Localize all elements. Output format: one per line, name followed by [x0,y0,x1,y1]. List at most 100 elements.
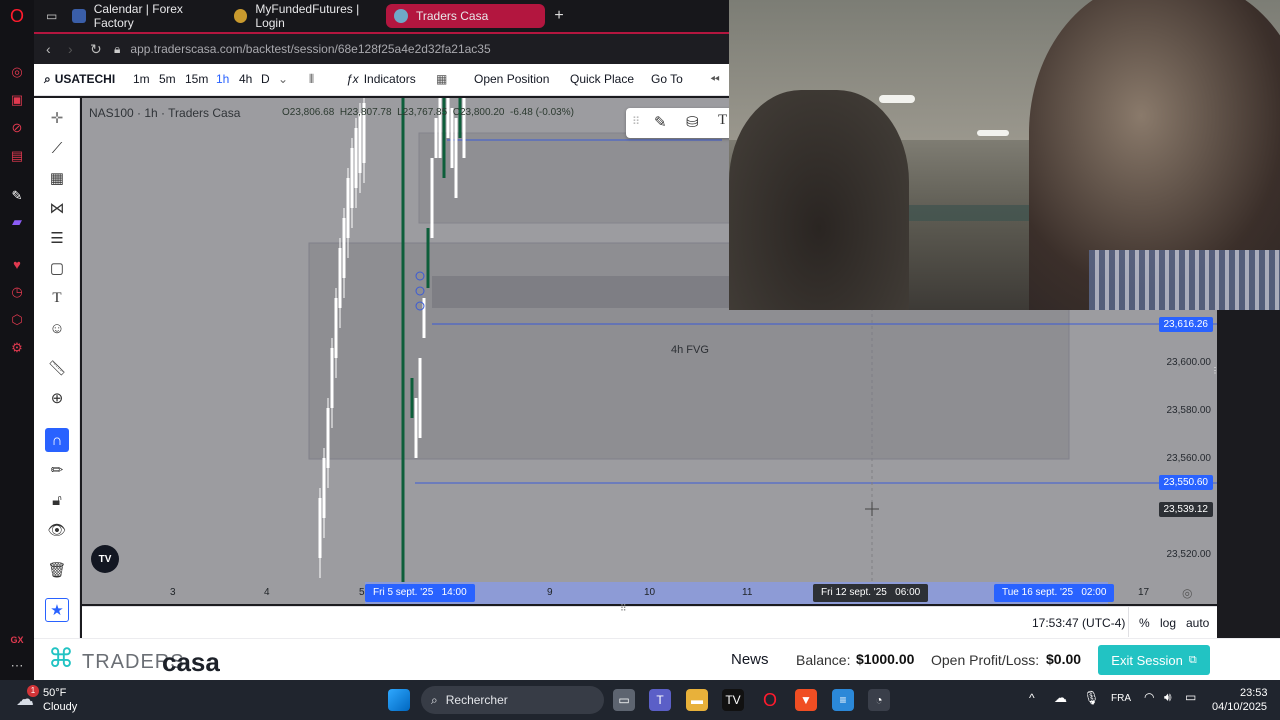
crosshair-price-badge: 23,539.12 [1158,502,1213,517]
extensions-icon[interactable]: ⬡ [7,310,27,330]
auto-toggle[interactable]: auto [1186,616,1209,630]
news-link[interactable]: News [731,651,769,668]
candle-body [342,218,346,278]
forecast-icon[interactable]: ☰ [45,226,69,250]
pl-label: Open Profit/Loss: [931,652,1040,668]
fill-bucket-icon[interactable]: ⛁ [686,113,699,131]
new-tab-plus-icon[interactable]: + [549,6,569,26]
time-badge-start: Fri 5 sept. '25 14:00 [365,584,475,602]
lock-drawings-icon[interactable]: 🔓︎ [45,488,69,512]
axis-settings-icon[interactable]: ◎ [1182,586,1192,600]
timeframe-d[interactable]: D [261,72,270,86]
notepad-icon[interactable]: ≡ [832,689,854,711]
timeframe-dropdown-chevron-icon[interactable]: ⌄ [278,72,288,86]
chart-type-icon[interactable]: ⫴ [309,72,314,87]
candle-body [354,128,358,188]
clock-date[interactable]: 04/10/2025 [1212,701,1267,713]
tradingview-logo-icon[interactable]: TV [91,545,119,573]
divider [1128,607,1129,637]
crosshair-icon[interactable]: ✛ [45,106,69,130]
open-position-button[interactable]: Open Position [474,72,549,86]
battery-icon[interactable]: ▭ [1185,690,1196,704]
timeframe-1h[interactable]: 1h [216,72,229,86]
zoom-in-icon[interactable]: ⊕ [45,386,69,410]
volume-icon[interactable]: 🔊︎ [1164,690,1172,705]
back-arrow-icon[interactable]: ‹ [46,41,51,57]
rewind-icon[interactable]: ⏪︎ [710,72,720,87]
percent-toggle[interactable]: % [1139,616,1150,630]
opera-taskbar-icon[interactable]: O [759,689,781,711]
geometric-shape-icon[interactable]: ▢ [45,256,69,280]
more-icon[interactable]: ⋯ [7,656,27,676]
timeframe-15m[interactable]: 15m [185,72,208,86]
clock-time[interactable]: 23:53 [1240,687,1268,699]
layouts-grid-icon[interactable]: ▦ [436,72,447,86]
log-toggle[interactable]: log [1160,616,1176,630]
text-color-icon[interactable]: T [718,112,727,129]
pinboard-icon[interactable]: ✎ [7,186,27,206]
app-icon[interactable]: ◔ [868,689,890,711]
url-field[interactable]: 🔒︎ app.traderscasa.com/backtest/session/… [114,37,722,61]
exit-session-button[interactable]: Exit Session ⧉ [1098,645,1210,675]
x-tick: 5 [359,587,365,598]
opera-logo-icon[interactable]: O [7,6,27,26]
messenger-icon[interactable]: ▤ [7,146,27,166]
crypto-wallet-icon[interactable]: ▣ [7,90,27,110]
windows-start-icon[interactable] [388,689,410,711]
text-tool-icon[interactable]: T [45,286,69,310]
ruler-icon[interactable]: 📏︎ [45,356,69,380]
indicators-button[interactable]: ƒx Indicators [346,72,416,86]
screen: O ◎ ▣ ⊘ ▤ ✎ ▰ ♥ ◷ ⬡ ⚙ GX ⋯ ▭ Calendar | … [0,0,1280,720]
brave-icon[interactable]: ▼ [795,689,817,711]
history-icon[interactable]: ◷ [7,282,27,302]
tab-traders-casa[interactable]: Traders Casa [386,4,545,28]
timeframe-4h[interactable]: 4h [239,72,252,86]
timeframe-5m[interactable]: 5m [159,72,176,86]
timeframe-1m[interactable]: 1m [133,72,150,86]
forward-arrow-icon[interactable]: › [68,41,73,57]
tab-overview-icon[interactable]: ▭ [38,4,57,28]
weather-badge: 1 [27,685,39,697]
symbol-search[interactable]: ⌕ USATECHI [44,72,115,87]
flows-icon[interactable]: ⊘ [7,118,27,138]
candle-body [410,378,414,418]
drawing-mode-pencil-icon[interactable]: ✏︎ [45,458,69,482]
tab-myfundedfutures[interactable]: MyFundedFutures | Login [226,2,386,30]
favorites-star-icon[interactable]: ★ [45,598,69,622]
external-link-icon: ⧉ [1188,653,1197,666]
eye-icon[interactable]: 👁︎ [45,518,69,542]
drag-grip-icon[interactable]: ⠿ [632,115,640,128]
fib-grid-icon[interactable]: ▦ [45,166,69,190]
magnet-icon[interactable]: ∩ [45,428,69,452]
file-explorer-icon[interactable]: ▬ [686,689,708,711]
axis-resize-handle-icon[interactable]: ⋮ [1211,366,1217,376]
brand-right: casa [162,647,220,677]
heart-icon[interactable]: ♥ [7,254,27,274]
taskbar-search[interactable]: ⌕ Rechercher [421,686,604,714]
clock-readout[interactable]: 17:53:47 (UTC-4) [1032,616,1125,630]
trend-line-icon[interactable]: ⟋ [45,136,69,160]
task-view-icon[interactable]: ▭ [613,689,635,711]
emoji-icon[interactable]: ☺ [45,316,69,340]
onedrive-icon[interactable]: ☁ [1054,690,1067,706]
wifi-icon[interactable]: ◠ [1144,690,1154,704]
reload-icon[interactable]: ↻ [90,41,102,58]
pattern-icon[interactable]: ⋈ [45,196,69,220]
x-tick: 10 [644,587,656,598]
aria-icon[interactable]: ◎ [7,62,27,82]
gx-icon[interactable]: GX [7,630,27,650]
settings-gear-icon[interactable]: ⚙ [7,338,27,358]
quick-place-button[interactable]: Quick Place [570,72,634,86]
teams-icon[interactable]: T [649,689,671,711]
trash-icon[interactable]: 🗑︎ [45,558,69,582]
twitch-icon[interactable]: ▰ [7,212,27,232]
language-indicator[interactable]: FRA [1111,693,1131,704]
price-badge: 23,550.60 [1158,475,1213,490]
line-color-pencil-icon[interactable]: ✎ [654,113,667,131]
pane-resize-handle-icon[interactable]: ⠿ [620,603,627,614]
tradingview-app-icon[interactable]: TV [722,689,744,711]
tab-forex-factory[interactable]: Calendar | Forex Factory [64,2,224,30]
go-to-button[interactable]: Go To [651,72,683,86]
microphone-icon[interactable]: 🎙︎ [1083,690,1100,706]
tray-chevron-icon[interactable]: ^ [1029,691,1035,705]
